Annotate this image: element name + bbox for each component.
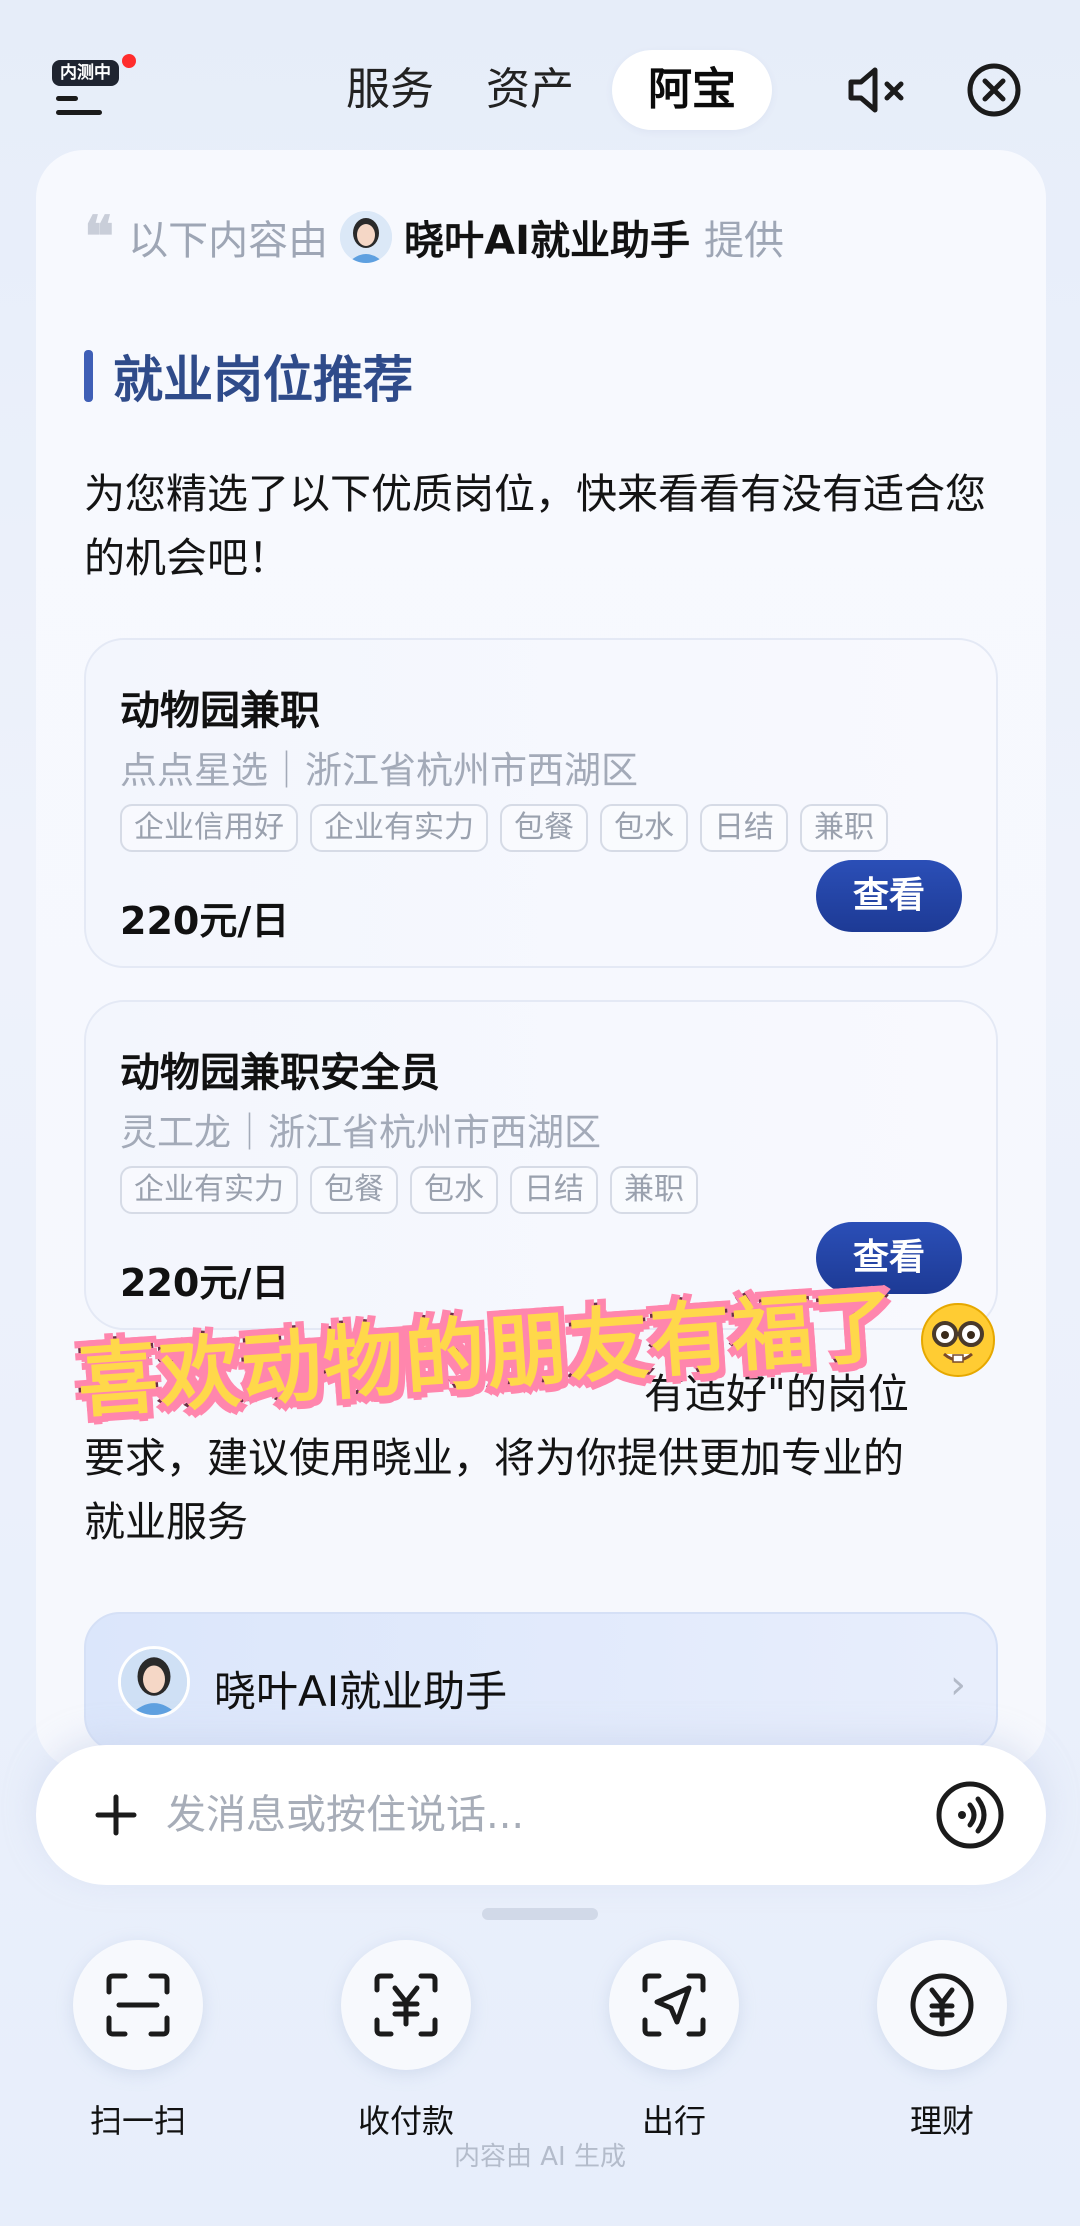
- scan-button[interactable]: [73, 1940, 203, 2070]
- tab-assets[interactable]: 资产: [460, 50, 600, 130]
- assistant-avatar-icon: [118, 1646, 190, 1718]
- plus-icon[interactable]: [84, 1783, 148, 1847]
- job-tag: 企业有实力: [120, 1166, 298, 1214]
- tab-services[interactable]: 服务: [320, 50, 460, 130]
- scan-icon: [106, 1973, 170, 2037]
- payment-icon: [374, 1973, 438, 2037]
- job-tag: 日结: [510, 1166, 598, 1214]
- shortcut-bar: 扫一扫 收付款 出行 理财: [0, 1940, 1080, 2140]
- nerd-face-emoji-icon: [921, 1303, 995, 1377]
- payment-button[interactable]: [341, 1940, 471, 2070]
- job-tag: 兼职: [610, 1166, 698, 1214]
- job-tag: 企业信用好: [120, 804, 298, 852]
- top-tabs: 服务 资产 阿宝: [320, 50, 772, 130]
- assistant-entry[interactable]: 晓叶AI就业助手 ›: [84, 1612, 998, 1752]
- shortcut-payment[interactable]: 收付款: [326, 1940, 486, 2142]
- provider-prefix: 以下内容由: [128, 218, 329, 264]
- finance-button[interactable]: [877, 1940, 1007, 2070]
- mute-icon[interactable]: [845, 58, 909, 122]
- job-salary: 220元/日: [120, 1261, 290, 1305]
- provider-name: 晓叶AI就业助手: [404, 218, 690, 264]
- chevron-right-icon: ›: [950, 1662, 966, 1708]
- notification-dot: [122, 54, 136, 68]
- ai-generated-note: 内容由 AI 生成: [454, 2142, 626, 2172]
- shortcut-finance[interactable]: 理财: [862, 1940, 1022, 2142]
- shortcut-scan[interactable]: 扫一扫: [58, 1940, 218, 2142]
- job-tag: 日结: [700, 804, 788, 852]
- menu-icon: [56, 96, 102, 124]
- assistant-avatar-icon: [340, 211, 393, 263]
- shortcut-travel[interactable]: 出行: [594, 1940, 754, 2142]
- close-icon[interactable]: [962, 58, 1026, 122]
- section-accent-bar: [84, 350, 93, 402]
- job-company-location: 点点星选｜浙江省杭州市西湖区: [120, 749, 638, 792]
- job-tag: 包餐: [500, 804, 588, 852]
- message-input-bar: [36, 1745, 1046, 1885]
- travel-icon: [642, 1973, 706, 2037]
- finance-icon: [910, 1973, 974, 2037]
- job-title: 动物园兼职安全员: [120, 1050, 440, 1096]
- assistant-name: 晓叶AI就业助手: [214, 1667, 508, 1716]
- provider-line: ❝ 以下内容由 晓叶AI就业助手 提供: [84, 208, 784, 266]
- job-company-location: 灵工龙｜浙江省杭州市西湖区: [120, 1111, 601, 1154]
- intro-text: 为您精选了以下优质岗位，快来看看有没有适合您的机会吧！: [84, 470, 986, 582]
- job-tag: 包餐: [310, 1166, 398, 1214]
- drag-handle[interactable]: [482, 1908, 598, 1920]
- travel-button[interactable]: [609, 1940, 739, 2070]
- job-tag: 企业有实力: [310, 804, 488, 852]
- chat-content-card: ❝ 以下内容由 晓叶AI就业助手 提供 就业岗位推荐 为您精选了以下优质岗位，快…: [36, 150, 1046, 1770]
- section-title-text: 就业岗位推荐: [113, 351, 413, 409]
- beta-badge: 内测中: [52, 60, 119, 86]
- job-tags: 企业信用好 企业有实力 包餐 包水 日结 兼职: [120, 804, 900, 852]
- section-title: 就业岗位推荐: [84, 340, 413, 412]
- job-tag: 兼职: [800, 804, 888, 852]
- provider-suffix: 提供: [703, 218, 784, 264]
- quote-icon: ❝: [84, 204, 115, 270]
- tab-abao[interactable]: 阿宝: [612, 50, 772, 130]
- advice-line-3: 就业服务: [84, 1498, 248, 1546]
- job-salary: 220元/日: [120, 899, 290, 943]
- job-title: 动物园兼职: [120, 688, 320, 734]
- job-tag: 包水: [410, 1166, 498, 1214]
- voice-icon[interactable]: [934, 1779, 1006, 1851]
- top-bar: 内测中 服务 资产 阿宝: [0, 0, 1080, 150]
- menu-button[interactable]: 内测中: [52, 54, 136, 124]
- job-tag: 包水: [600, 804, 688, 852]
- view-job-button[interactable]: 查看: [816, 860, 962, 932]
- job-card[interactable]: 动物园兼职 点点星选｜浙江省杭州市西湖区 企业信用好 企业有实力 包餐 包水 日…: [84, 638, 998, 968]
- message-input[interactable]: [166, 1775, 926, 1855]
- job-tags: 企业有实力 包餐 包水 日结 兼职: [120, 1166, 710, 1214]
